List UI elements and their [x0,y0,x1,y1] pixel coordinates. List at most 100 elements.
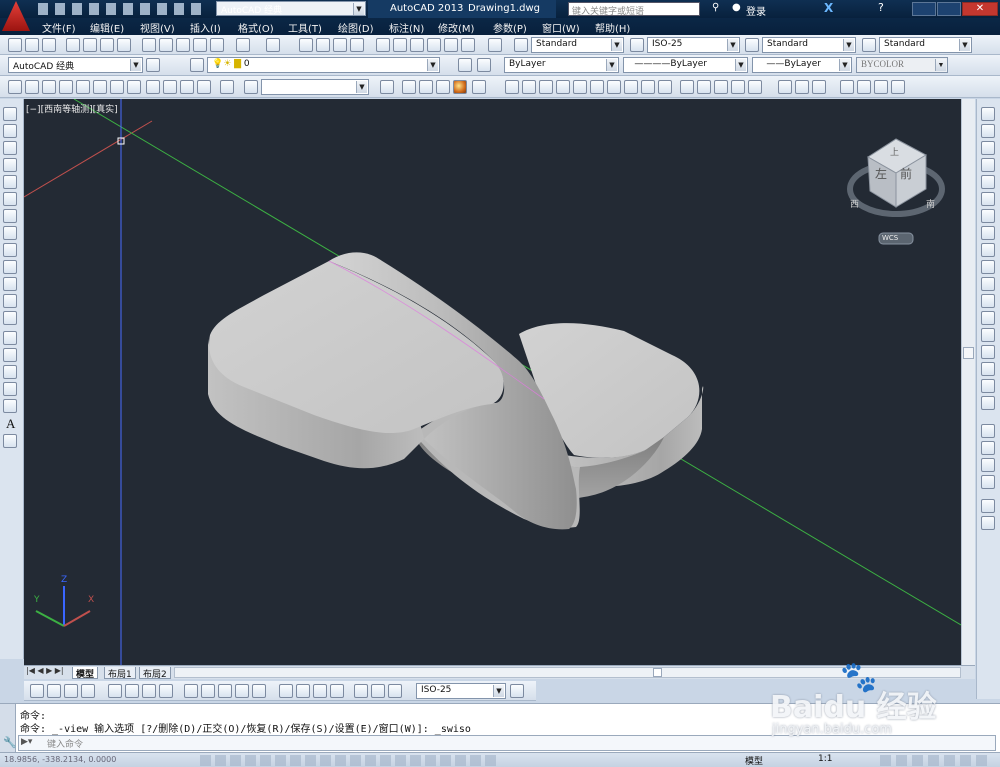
diameter-dim-icon[interactable] [142,684,156,698]
compass-south-label[interactable]: 南 [926,197,935,210]
trim-icon[interactable] [981,260,995,274]
jogged-linear-icon[interactable] [330,684,344,698]
realistic-sphere-icon[interactable] [453,80,467,94]
viewcube-front-label[interactable]: 前 [900,165,912,182]
cube-icon[interactable] [146,80,160,94]
visual-style-select[interactable]: ▼ [261,79,369,95]
menu-format[interactable]: 格式(O) [238,20,274,35]
quickcalc-icon[interactable] [461,38,475,52]
camera-icon[interactable] [220,80,234,94]
menu-dimension[interactable]: 标注(N) [389,20,424,35]
tool-palettes-icon[interactable] [410,38,424,52]
dim-style-manager-icon[interactable] [510,684,524,698]
extrude-icon[interactable] [680,80,694,94]
stretch-icon[interactable] [981,243,995,257]
send-under-icon[interactable] [981,475,995,489]
torus-icon[interactable] [607,80,621,94]
sphere-icon[interactable] [180,80,194,94]
intersect-icon[interactable] [812,80,826,94]
hatch-icon[interactable] [3,348,17,362]
block-editor-icon[interactable] [210,38,224,52]
arc-length-icon[interactable] [64,684,78,698]
3d-array-icon[interactable] [891,80,905,94]
model-space-toggle[interactable]: 模型 [745,754,763,767]
realistic-icon[interactable] [76,80,90,94]
arc-icon[interactable] [3,192,17,206]
copy-view-icon[interactable] [380,80,394,94]
angular-dim-icon[interactable] [159,684,173,698]
help-toolbar-icon[interactable] [488,38,502,52]
box-icon[interactable] [127,80,141,94]
menu-parametric[interactable]: 参数(P) [493,20,527,35]
menu-file[interactable]: 文件(F) [42,20,76,35]
make-block-icon[interactable] [3,311,17,325]
tolerance-icon[interactable] [279,684,293,698]
loft-icon[interactable] [748,80,762,94]
make-current-layer-icon[interactable] [458,58,472,72]
line-icon[interactable] [3,107,17,121]
status-tray-icons[interactable] [880,755,990,766]
new-icon[interactable] [8,38,22,52]
paste-icon[interactable] [176,38,190,52]
tab-layout1[interactable]: 布局1 [104,667,136,680]
zoom-previous-icon[interactable] [350,38,364,52]
preview-icon[interactable] [83,38,97,52]
layer-properties-icon[interactable] [190,58,204,72]
workspace-settings-icon[interactable] [146,58,160,72]
scroll-thumb[interactable] [963,347,974,359]
3d-hidden-icon[interactable] [42,80,56,94]
menu-tools[interactable]: 工具(T) [288,20,322,35]
rotate-icon[interactable] [981,209,995,223]
coordinates-readout[interactable]: 18.9856, -338.2134, 0.0000 [4,755,116,764]
menu-draw[interactable]: 绘图(D) [338,20,374,35]
menu-help[interactable]: 帮助(H) [595,20,630,35]
match-properties-icon[interactable] [193,38,207,52]
plot-style-select[interactable]: BYCOLOR ▼ [856,57,948,73]
3d-print-icon[interactable] [117,38,131,52]
save-icon[interactable] [42,38,56,52]
copy-object-icon[interactable] [981,124,995,138]
linear-dim-icon[interactable] [30,684,44,698]
radius-dim-icon[interactable] [108,684,122,698]
manage-styles-icon[interactable] [472,80,486,94]
tab-layout2[interactable]: 布局2 [139,667,171,680]
layer-select[interactable]: 💡☀ ▇ 0 ▼ [207,57,440,73]
wireframe-sphere-icon[interactable] [419,80,433,94]
zoom-window-icon[interactable] [333,38,347,52]
mirror-icon[interactable] [981,141,995,155]
move-icon[interactable] [981,192,995,206]
point-icon[interactable] [3,331,17,345]
helix-icon[interactable] [641,80,655,94]
ellipse-arc-icon[interactable] [3,277,17,291]
workspace-select[interactable]: AutoCAD 经典 ▼ [8,57,143,73]
rectangle-icon[interactable] [3,175,17,189]
quick-access-icons[interactable] [38,3,208,15]
menu-modify[interactable]: 修改(M) [438,20,474,35]
model-space-canvas[interactable] [24,99,961,665]
material-icon[interactable] [197,80,211,94]
solid-sphere-icon[interactable] [573,80,587,94]
drafting-toggles[interactable] [200,755,500,766]
table-icon[interactable] [3,399,17,413]
dim-style-select[interactable]: ISO-25 ▼ [647,37,740,53]
shaded-icon[interactable] [93,80,107,94]
drawing-viewport[interactable]: [−][西南等轴测][真实] 上 左 前 西 南 WCS Z Y X [24,99,961,665]
ordinate-dim-icon[interactable] [81,684,95,698]
dim-break-icon[interactable] [252,684,266,698]
region-icon[interactable] [3,382,17,396]
inspection-icon[interactable] [313,684,327,698]
magnifier-icon[interactable] [244,80,258,94]
table-style-select[interactable]: Standard ▼ [762,37,856,53]
login-link[interactable]: 登录 [746,3,766,18]
redo-icon[interactable] [266,38,280,52]
quick-dim-icon[interactable] [184,684,198,698]
bring-above-icon[interactable] [981,458,995,472]
table-style-icon[interactable] [745,38,759,52]
break-at-point-icon[interactable] [981,294,995,308]
dim-toolbar-style-select[interactable]: ISO-25 ▼ [416,683,506,699]
publish-icon[interactable] [100,38,114,52]
revision-cloud-icon[interactable] [3,226,17,240]
3d-wireframe-icon[interactable] [25,80,39,94]
jogged-dim-icon[interactable] [125,684,139,698]
add-selected-icon[interactable] [3,434,17,448]
